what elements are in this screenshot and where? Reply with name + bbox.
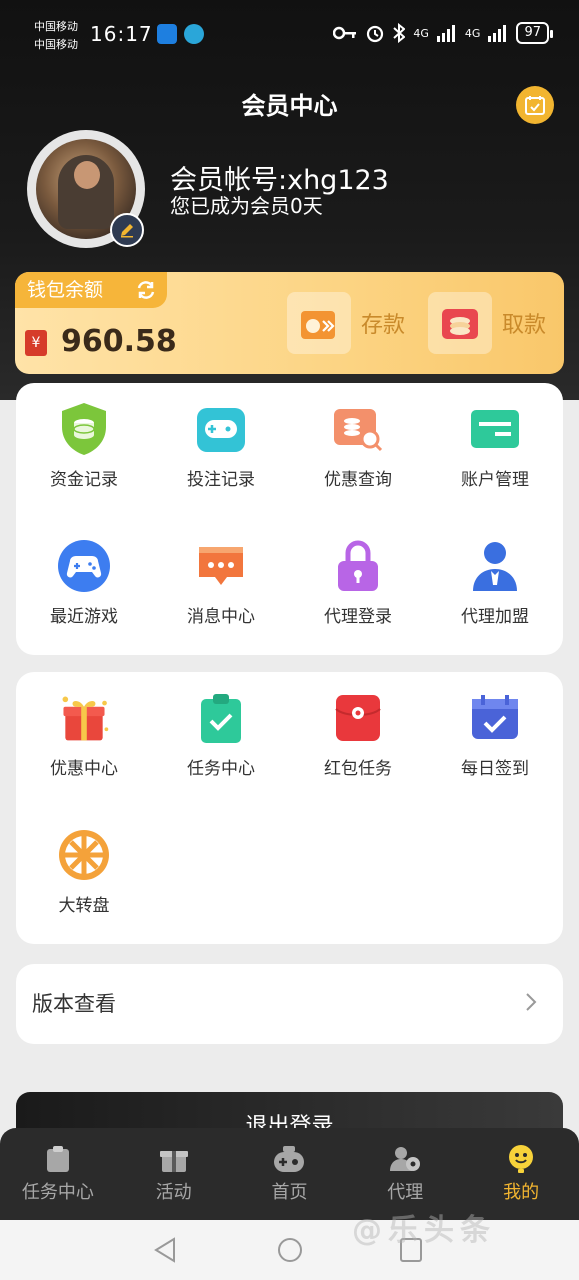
grid-item-recent-games[interactable]: 最近游戏 [24, 538, 144, 627]
battery-indicator: 97 [516, 22, 553, 44]
lock-icon [330, 538, 386, 594]
chevron-right-icon [526, 993, 537, 1011]
grid-label: 最近游戏 [50, 607, 118, 627]
grid-label: 投注记录 [187, 470, 255, 490]
version-check-label: 版本查看 [32, 992, 116, 1016]
promo-query-icon [330, 401, 386, 457]
pencil-icon [121, 224, 133, 238]
account-manage-icon [467, 401, 523, 457]
calendar-check-icon [467, 690, 523, 746]
wallet-balance-tab: 钱包余额 [15, 272, 167, 308]
page-title: 会员中心 [241, 92, 338, 120]
grid-item-message-center[interactable]: 消息中心 [161, 538, 281, 627]
fund-record-icon [56, 401, 112, 457]
grid-item-agent-join[interactable]: 代理加盟 [435, 538, 555, 627]
tab-label: 活动 [155, 1182, 192, 1203]
yen-icon: ¥ [25, 330, 47, 356]
grid-item-promo-query[interactable]: 优惠查询 [298, 401, 418, 490]
carrier-2: 中国移动 [34, 38, 78, 51]
edit-avatar-button[interactable] [110, 213, 144, 247]
signal-icon [436, 25, 455, 42]
network-1-label: 4G [413, 26, 429, 40]
agent-icon [389, 1144, 421, 1174]
tab-label: 我的 [503, 1182, 540, 1203]
grid-item-bet-record[interactable]: 投注记录 [161, 401, 281, 490]
gamepad-icon [56, 538, 112, 594]
gift-icon [56, 690, 112, 746]
status-bar: 中国移动 中国移动 16:17 4G 4G 97 [0, 0, 579, 70]
notification-app-icon-2 [184, 24, 204, 44]
grid-label: 代理加盟 [461, 607, 529, 627]
red-envelope-icon [330, 690, 386, 746]
tab-label: 代理 [387, 1182, 424, 1203]
smiley-icon [505, 1144, 537, 1174]
message-icon [193, 538, 249, 594]
tab-task-center[interactable]: 任务中心 [0, 1128, 116, 1220]
deposit-button[interactable]: 存款 [287, 292, 405, 354]
wheel-icon [56, 827, 112, 883]
network-2-label: 4G [464, 26, 481, 40]
grid-label: 每日签到 [461, 759, 529, 779]
signal-icon-2 [488, 25, 507, 42]
notification-app-icon [157, 24, 177, 44]
back-icon[interactable] [152, 1236, 178, 1264]
watermark: @乐头条 [352, 1213, 496, 1248]
home-circle-icon[interactable] [276, 1236, 304, 1264]
grid-label: 大转盘 [58, 896, 110, 916]
task-icon [42, 1144, 74, 1174]
function-grid-card-1: 资金记录 投注记录 优惠查询 账户管理 最近游戏 消息中心 代理登录 代理加盟 [16, 383, 563, 655]
calendar-button[interactable] [516, 86, 554, 124]
version-check-row[interactable]: 版本查看 [16, 964, 563, 1044]
grid-label: 红包任务 [324, 759, 392, 779]
grid-label: 优惠中心 [50, 759, 118, 779]
alarm-icon [367, 25, 384, 43]
grid-label: 代理登录 [324, 607, 392, 627]
grid-item-promo-center[interactable]: 优惠中心 [24, 690, 144, 779]
clock: 16:17 [90, 22, 153, 46]
grid-item-lucky-wheel[interactable]: 大转盘 [24, 827, 144, 916]
wallet-card: 钱包余额 ¥ 960.58 存款 取款 [15, 272, 564, 374]
tab-activity[interactable]: 活动 [116, 1128, 232, 1220]
grid-item-fund-record[interactable]: 资金记录 [24, 401, 144, 490]
game-controller-icon [273, 1144, 305, 1174]
grid-item-red-envelope-task[interactable]: 红包任务 [298, 690, 418, 779]
tab-home[interactable]: 首页 [232, 1128, 348, 1220]
grid-item-account-manage[interactable]: 账户管理 [435, 401, 555, 490]
task-clipboard-icon [193, 690, 249, 746]
tab-label: 任务中心 [21, 1182, 94, 1203]
gift-box-icon [158, 1144, 190, 1174]
withdraw-icon [428, 292, 492, 354]
grid-label: 任务中心 [187, 759, 255, 779]
grid-item-task-center[interactable]: 任务中心 [161, 690, 281, 779]
status-icons: 4G 4G 97 [333, 22, 553, 44]
agent-join-icon [467, 538, 523, 594]
bluetooth-icon [393, 23, 406, 43]
wallet-balance: 960.58 [61, 324, 177, 359]
carrier-1: 中国移动 [34, 20, 78, 33]
deposit-label: 存款 [361, 313, 406, 338]
bet-record-icon [193, 401, 249, 457]
wallet-balance-label: 钱包余额 [27, 279, 104, 301]
grid-label: 资金记录 [50, 470, 118, 490]
refresh-icon[interactable] [135, 279, 157, 301]
grid-item-agent-login[interactable]: 代理登录 [298, 538, 418, 627]
grid-item-daily-checkin[interactable]: 每日签到 [435, 690, 555, 779]
member-days: 您已成为会员0天 [170, 194, 323, 218]
grid-label: 账户管理 [461, 470, 529, 490]
carrier-info: 中国移动 中国移动 [34, 18, 78, 54]
tab-label: 首页 [271, 1182, 308, 1203]
function-grid-card-2: 优惠中心 任务中心 红包任务 每日签到 大转盘 [16, 672, 563, 944]
key-icon [333, 26, 357, 40]
withdraw-label: 取款 [502, 313, 547, 338]
grid-label: 优惠查询 [324, 470, 392, 490]
deposit-icon [287, 292, 351, 354]
grid-label: 消息中心 [187, 607, 255, 627]
withdraw-button[interactable]: 取款 [428, 292, 546, 354]
calendar-check-icon [525, 96, 545, 115]
